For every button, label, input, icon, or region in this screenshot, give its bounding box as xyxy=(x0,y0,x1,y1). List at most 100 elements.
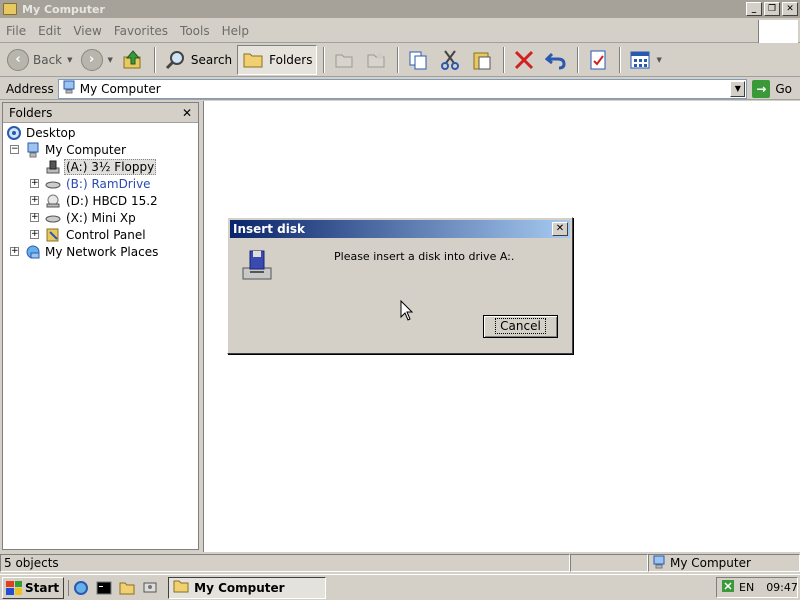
delete-button[interactable] xyxy=(509,45,539,75)
minimize-button[interactable]: _ xyxy=(746,2,762,16)
search-label: Search xyxy=(190,53,233,67)
cut-button[interactable] xyxy=(435,45,465,75)
collapse-icon[interactable]: − xyxy=(10,145,19,154)
tree-label: (X:) Mini Xp xyxy=(66,210,136,225)
menu-view[interactable]: View xyxy=(67,24,107,38)
copy-button[interactable] xyxy=(403,45,433,75)
task-label: My Computer xyxy=(194,580,285,595)
folders-button[interactable]: Folders xyxy=(237,45,317,75)
menu-edit[interactable]: Edit xyxy=(32,24,67,38)
cancel-button[interactable]: Cancel xyxy=(483,315,558,338)
cancel-label: Cancel xyxy=(495,318,546,334)
up-folder-icon xyxy=(121,48,145,72)
tree-item-desktop[interactable]: Desktop xyxy=(3,124,198,141)
command-prompt-icon[interactable] xyxy=(96,580,112,596)
window-title-bar[interactable]: My Computer _ ❐ ✕ xyxy=(0,0,800,18)
network-icon xyxy=(25,244,41,260)
expand-icon[interactable]: + xyxy=(30,196,39,205)
close-button[interactable]: ✕ xyxy=(782,2,798,16)
language-indicator[interactable]: EN xyxy=(739,581,754,594)
forward-button[interactable]: › ▼ xyxy=(78,45,116,75)
status-empty-cell xyxy=(570,554,648,572)
drive-icon xyxy=(45,210,61,226)
tree-label: Control Panel xyxy=(66,227,146,242)
floppy-drive-icon xyxy=(240,248,274,285)
expand-icon[interactable]: + xyxy=(10,247,19,256)
tree-item-my-computer[interactable]: − My Computer xyxy=(3,141,198,158)
tree-item-hbcd-d[interactable]: + (D:) HBCD 15.2 xyxy=(3,192,198,209)
drive-icon xyxy=(45,176,61,192)
dialog-close-button[interactable]: ✕ xyxy=(552,222,568,236)
show-desktop-icon[interactable] xyxy=(142,580,158,596)
windows-flag-icon xyxy=(6,580,22,595)
tree-item-control-panel[interactable]: + Control Panel xyxy=(3,226,198,243)
tree-item-floppy-a[interactable]: (A:) 3½ Floppy xyxy=(3,158,198,175)
toolbar-separator xyxy=(618,47,621,73)
move-to-button[interactable] xyxy=(329,45,359,75)
computer-icon xyxy=(652,555,666,572)
expand-icon[interactable]: + xyxy=(30,179,39,188)
back-button[interactable]: ‹ Back ▼ xyxy=(4,45,76,75)
copy-icon xyxy=(406,48,430,72)
mouse-cursor-icon xyxy=(400,299,414,325)
properties-button[interactable] xyxy=(583,45,613,75)
quick-launch xyxy=(68,579,158,596)
cd-drive-icon xyxy=(45,193,61,209)
explorer-folder-icon[interactable] xyxy=(119,580,135,596)
go-label: Go xyxy=(775,81,792,96)
views-icon xyxy=(628,48,652,72)
paste-button[interactable] xyxy=(467,45,497,75)
folder-tree: Desktop − My Computer (A:) 3½ Floppy + (… xyxy=(3,123,198,260)
folder-icon xyxy=(3,3,17,15)
start-button[interactable]: Start xyxy=(2,576,65,599)
chevron-down-icon[interactable]: ▼ xyxy=(67,56,72,64)
tree-label: (B:) RamDrive xyxy=(66,176,151,191)
undo-icon xyxy=(544,48,568,72)
standard-toolbar: ‹ Back ▼ › ▼ Search Folders ▼ xyxy=(0,44,800,77)
folder-icon xyxy=(173,579,189,596)
control-panel-icon xyxy=(45,227,61,243)
floppy-drive-icon xyxy=(45,159,61,175)
tree-item-minixp-x[interactable]: + (X:) Mini Xp xyxy=(3,209,198,226)
scissors-icon xyxy=(438,48,462,72)
undo-button[interactable] xyxy=(541,45,571,75)
menu-favorites[interactable]: Favorites xyxy=(108,24,174,38)
address-input[interactable]: My Computer ▼ xyxy=(57,78,748,99)
expand-icon[interactable]: + xyxy=(30,213,39,222)
folders-pane-header: Folders ✕ xyxy=(3,103,198,123)
dialog-title-bar[interactable]: Insert disk ✕ xyxy=(230,220,570,238)
taskbar-task-my-computer[interactable]: My Computer xyxy=(168,576,327,599)
close-folders-pane-icon[interactable]: ✕ xyxy=(182,106,192,120)
properties-icon xyxy=(586,48,610,72)
insert-disk-dialog: Insert disk ✕ Please insert a disk into … xyxy=(227,217,573,354)
menu-bar: File Edit View Favorites Tools Help xyxy=(0,20,800,43)
desktop-icon xyxy=(6,125,22,141)
search-button[interactable]: Search xyxy=(160,45,235,75)
expand-icon[interactable]: + xyxy=(30,230,39,239)
dialog-title: Insert disk xyxy=(233,222,305,236)
language-bar-icon[interactable] xyxy=(721,579,735,596)
chevron-down-icon[interactable]: ▼ xyxy=(108,56,113,64)
taskbar: Start My Computer EN 09:47 xyxy=(0,574,800,600)
tree-item-ramdrive-b[interactable]: + (B:) RamDrive xyxy=(3,175,198,192)
copy-to-button[interactable] xyxy=(361,45,391,75)
menu-file[interactable]: File xyxy=(0,24,32,38)
address-dropdown-button[interactable]: ▼ xyxy=(730,80,746,97)
address-label: Address xyxy=(6,81,54,96)
chevron-down-icon[interactable]: ▼ xyxy=(657,56,662,64)
forward-arrow-icon: › xyxy=(80,49,103,71)
up-folder-button[interactable] xyxy=(118,45,148,75)
search-icon xyxy=(163,48,187,72)
folders-pane: Folders ✕ Desktop − My Computer (A:) 3½ … xyxy=(2,102,199,550)
views-button[interactable]: ▼ xyxy=(625,45,665,75)
toolbar-separator xyxy=(153,47,156,73)
menu-help[interactable]: Help xyxy=(216,24,255,38)
clock[interactable]: 09:47 xyxy=(766,581,798,594)
address-value: My Computer xyxy=(79,81,161,96)
tree-item-network-places[interactable]: + My Network Places xyxy=(3,243,198,260)
status-location: My Computer xyxy=(648,554,800,572)
menu-tools[interactable]: Tools xyxy=(174,24,216,38)
restore-button[interactable]: ❐ xyxy=(764,2,780,16)
internet-explorer-icon[interactable] xyxy=(73,580,89,596)
go-button[interactable]: → Go xyxy=(747,79,800,98)
